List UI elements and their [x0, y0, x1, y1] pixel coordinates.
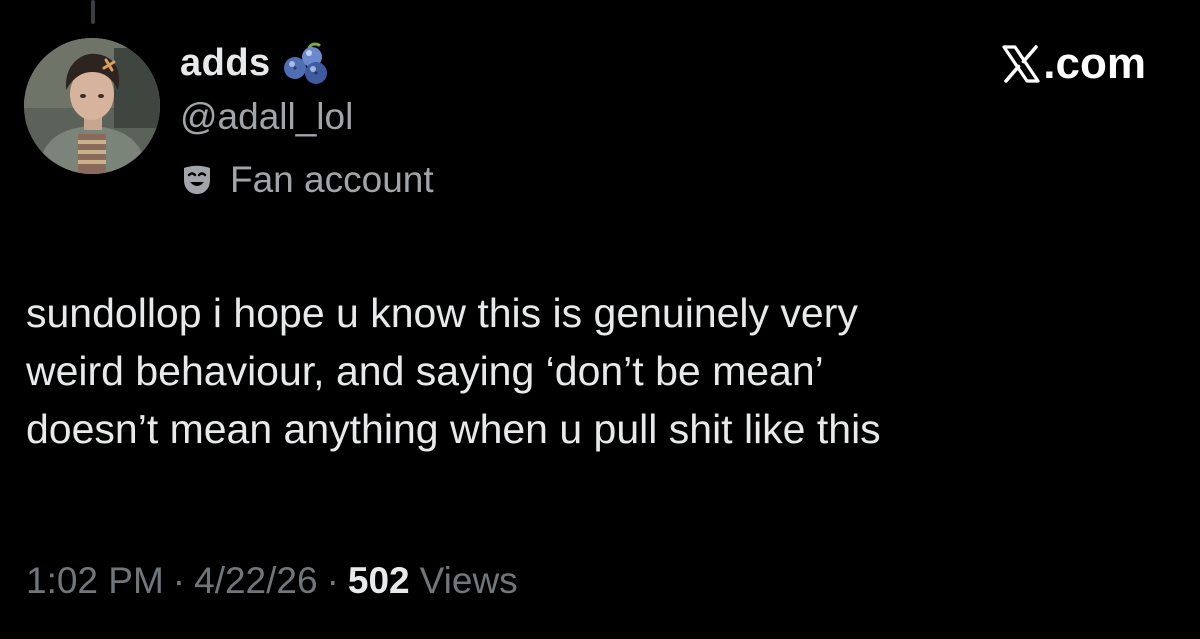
account-label: Fan account	[230, 159, 434, 200]
views-label[interactable]: Views	[420, 560, 518, 602]
tweet-text-line: weird behaviour, and saying ‘don’t be me…	[26, 348, 824, 394]
user-handle[interactable]: @adall_lol	[180, 96, 353, 138]
account-label-row: Fan account	[180, 158, 434, 202]
views-count[interactable]: 502	[348, 560, 410, 602]
tweet-time[interactable]: 1:02 PM	[26, 560, 164, 602]
avatar[interactable]	[24, 38, 160, 174]
tweet-date[interactable]: 4/22/26	[194, 560, 317, 602]
profile-photo	[24, 38, 160, 174]
meta-separator: ·	[326, 560, 339, 601]
thread-connector-line	[91, 0, 95, 24]
meta-separator: ·	[172, 560, 186, 601]
theater-mask-icon	[180, 163, 214, 197]
name-row: adds	[180, 40, 331, 86]
tweet-text: sundollop i hope u know this is genuinel…	[26, 284, 1166, 458]
blueberries-icon	[281, 40, 331, 86]
brand-watermark: .com	[1001, 38, 1146, 90]
x-logo-icon	[1001, 44, 1041, 84]
brand-domain: .com	[1043, 39, 1146, 88]
tweet-text-line: sundollop i hope u know this is genuinel…	[26, 290, 858, 336]
tweet-text-line: doesn’t mean anything when u pull shit l…	[26, 406, 881, 452]
tweet-meta: 1:02 PM · 4/22/26 · 502 Views	[26, 556, 518, 606]
display-name[interactable]: adds	[180, 42, 271, 85]
